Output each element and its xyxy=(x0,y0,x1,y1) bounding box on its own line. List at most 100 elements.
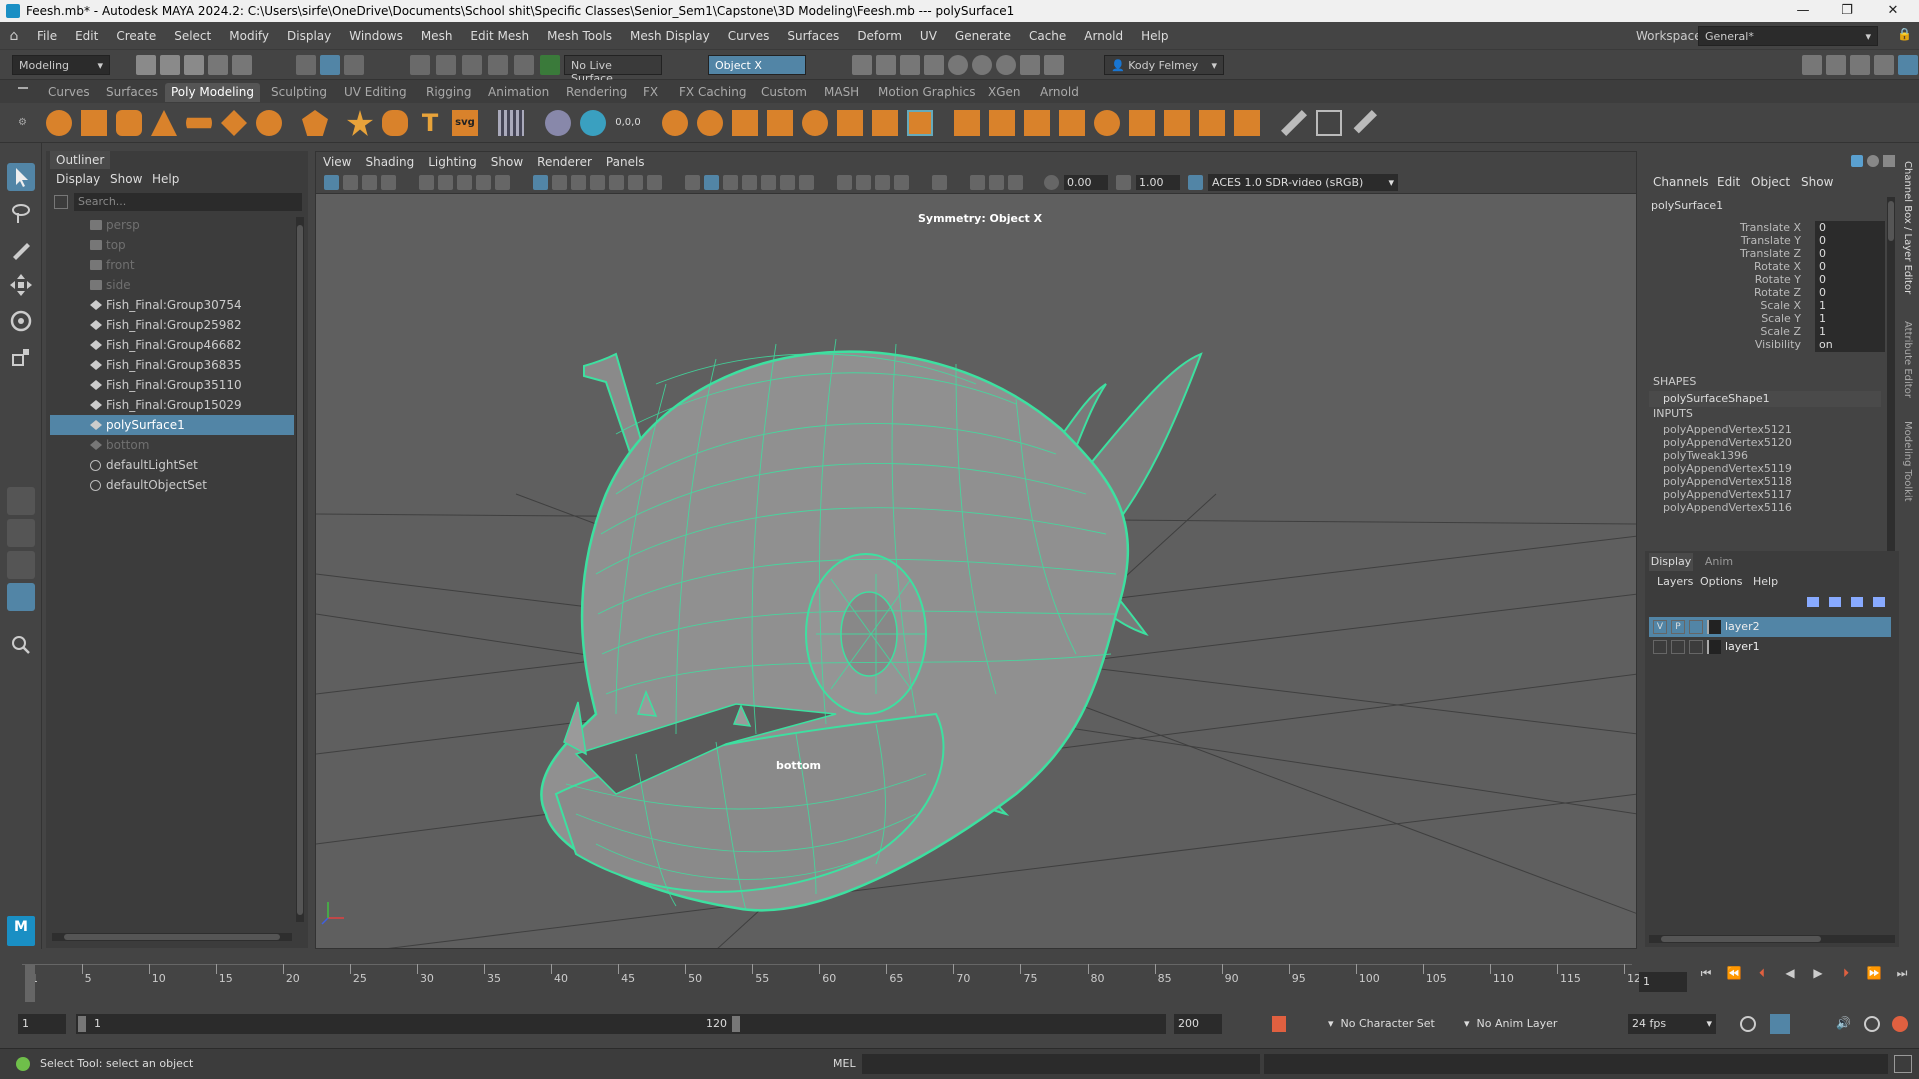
side-tab-attribute-editor[interactable]: Attribute Editor xyxy=(1902,321,1913,398)
channel-value[interactable]: on xyxy=(1815,338,1885,352)
outliner-row[interactable]: top xyxy=(50,235,294,255)
outliner-row[interactable]: side xyxy=(50,275,294,295)
open-scene-icon[interactable] xyxy=(160,55,180,75)
outliner-filter-icon[interactable] xyxy=(54,195,68,209)
smooth-icon[interactable] xyxy=(732,110,758,136)
home-icon[interactable]: ⌂ xyxy=(0,28,28,44)
viewport-menu-show[interactable]: Show xyxy=(484,152,530,172)
layers-h-scrollbar[interactable] xyxy=(1649,935,1895,943)
bookmarks-icon[interactable] xyxy=(362,175,377,190)
shelf-tab-poly-modeling[interactable]: Poly Modeling xyxy=(165,83,260,102)
safe-action-icon[interactable] xyxy=(628,175,643,190)
grid-icon[interactable] xyxy=(533,175,548,190)
snap-point-icon[interactable] xyxy=(462,55,482,75)
minimize-icon[interactable]: — xyxy=(1783,0,1823,22)
attribute-editor-icon[interactable] xyxy=(1826,55,1846,75)
search-icon[interactable] xyxy=(7,631,35,659)
menu-edit-mesh[interactable]: Edit Mesh xyxy=(461,29,538,43)
poke-icon[interactable] xyxy=(1199,110,1225,136)
bookmark-camera-icon[interactable] xyxy=(457,175,472,190)
layers-menu-options[interactable]: Options xyxy=(1700,575,1742,588)
exposure-icon[interactable] xyxy=(1044,175,1059,190)
channel-show-menu[interactable]: Show xyxy=(1801,175,1833,189)
outliner-scrollbar[interactable] xyxy=(296,217,304,922)
layers-menu-help[interactable]: Help xyxy=(1753,575,1778,588)
shape-row[interactable]: polySurfaceShape1 xyxy=(1649,391,1881,407)
menu-edit[interactable]: Edit xyxy=(66,29,107,43)
outliner-row[interactable]: bottom xyxy=(50,435,294,455)
redo-icon[interactable] xyxy=(232,55,252,75)
channel-row[interactable]: Visibility on xyxy=(1645,338,1885,354)
step-forward-key-icon[interactable]: ⏵ xyxy=(1838,966,1854,982)
menu-file[interactable]: File xyxy=(28,29,66,43)
new-layer-selected-icon[interactable] xyxy=(1873,597,1885,607)
wireframe-on-shaded-icon[interactable] xyxy=(723,175,738,190)
input-node-item[interactable]: polyAppendVertex5119 xyxy=(1663,462,1792,475)
channel-value[interactable]: 0 xyxy=(1815,260,1885,274)
boolean-icon[interactable] xyxy=(802,110,828,136)
shelf-menu-icon[interactable] xyxy=(18,87,28,89)
svg-icon[interactable]: svg xyxy=(452,110,478,136)
shelf-tab-fx-caching[interactable]: FX Caching xyxy=(673,83,752,102)
bevel-icon[interactable] xyxy=(1024,110,1050,136)
type-icon[interactable]: T xyxy=(417,110,443,136)
menu-windows[interactable]: Windows xyxy=(340,29,412,43)
input-node-item[interactable]: polyAppendVertex5117 xyxy=(1663,488,1792,501)
outliner-row[interactable]: polySurface1 xyxy=(50,415,294,435)
shelf-tab-custom[interactable]: Custom xyxy=(755,83,813,102)
snap-curve-icon[interactable] xyxy=(436,55,456,75)
menu-uv[interactable]: UV xyxy=(911,29,946,43)
shelf-tab-sculpting[interactable]: Sculpting xyxy=(265,83,333,102)
outliner-row[interactable]: Fish_Final:Group36835 xyxy=(50,355,294,375)
menu-surfaces[interactable]: Surfaces xyxy=(778,29,848,43)
shelf-tab-uv-editing[interactable]: UV Editing xyxy=(338,83,413,102)
isolate-select-icon[interactable] xyxy=(932,175,947,190)
pause-render-icon[interactable] xyxy=(1044,55,1064,75)
shelf-tab-arnold[interactable]: Arnold xyxy=(1034,83,1085,102)
gamma-icon[interactable] xyxy=(1116,175,1131,190)
channel-value[interactable]: 0 xyxy=(1815,247,1885,261)
menu-modify[interactable]: Modify xyxy=(220,29,278,43)
poly-disc-icon[interactable] xyxy=(256,110,282,136)
ipr-render-icon[interactable] xyxy=(900,55,920,75)
two-view-layout-icon[interactable] xyxy=(7,551,35,579)
scale-tool-icon[interactable] xyxy=(7,343,35,371)
arnold-render-icon[interactable] xyxy=(972,55,992,75)
safe-title-icon[interactable] xyxy=(647,175,662,190)
backface-culling-icon[interactable] xyxy=(1008,175,1023,190)
outliner-row[interactable]: Fish_Final:Group25982 xyxy=(50,315,294,335)
append-polygon-icon[interactable] xyxy=(1059,110,1085,136)
anim-layer-dropdown[interactable]: ▾ No Anim Layer xyxy=(1464,1014,1604,1034)
select-component-icon[interactable] xyxy=(344,55,364,75)
input-node-item[interactable]: polyAppendVertex5120 xyxy=(1663,436,1792,449)
single-perspective-layout-icon[interactable] xyxy=(7,487,35,515)
four-view-layout-icon[interactable] xyxy=(7,519,35,547)
xray-icon[interactable] xyxy=(742,175,757,190)
channel-value[interactable]: 1 xyxy=(1815,299,1885,313)
menu-mesh-tools[interactable]: Mesh Tools xyxy=(538,29,621,43)
loop-icon[interactable] xyxy=(1740,1016,1756,1032)
channel-value[interactable]: 0 xyxy=(1815,286,1885,300)
viewport-menu-shading[interactable]: Shading xyxy=(358,152,421,172)
collapse-icon[interactable] xyxy=(1164,110,1190,136)
sound-icon[interactable]: 🔊 xyxy=(1836,1016,1852,1032)
paint-select-icon[interactable] xyxy=(7,235,35,263)
outliner-h-scrollbar[interactable] xyxy=(52,933,292,941)
poly-sphere-icon[interactable] xyxy=(46,110,72,136)
channel-value[interactable]: 0 xyxy=(1815,234,1885,248)
shelf-settings-icon[interactable]: ⚙ xyxy=(18,117,28,131)
retopo-icon[interactable] xyxy=(872,110,898,136)
save-scene-icon[interactable] xyxy=(184,55,204,75)
select-tool-icon[interactable] xyxy=(7,163,35,191)
super-shape-icon[interactable] xyxy=(347,110,373,136)
wireframe-icon[interactable] xyxy=(685,175,700,190)
quad-draw-icon[interactable] xyxy=(907,110,933,136)
outliner-row[interactable]: front xyxy=(50,255,294,275)
play-forwards-icon[interactable]: ▶ xyxy=(1810,966,1826,982)
script-editor-icon[interactable] xyxy=(1894,1055,1912,1073)
lights-icon[interactable] xyxy=(780,175,795,190)
gate-mask-icon[interactable] xyxy=(590,175,605,190)
grease-pencil-icon[interactable] xyxy=(495,175,510,190)
outliner-tab[interactable]: Outliner xyxy=(50,151,110,169)
time-ruler[interactable]: 1510152025303540455055606570758085909510… xyxy=(22,964,1648,1002)
